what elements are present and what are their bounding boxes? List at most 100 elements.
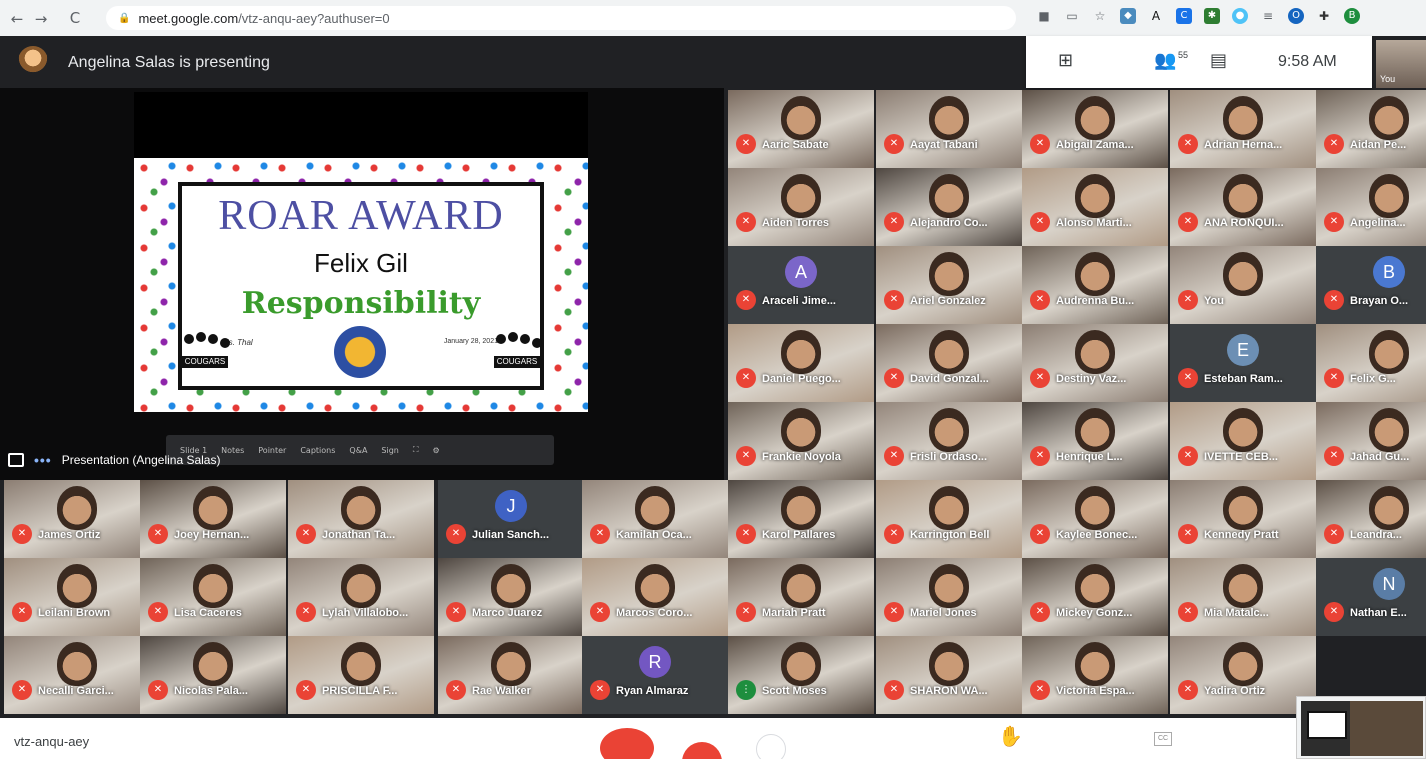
participant-tile[interactable]: ✕ Marcos Coro... (582, 558, 728, 636)
participant-tile[interactable]: ✕ Daniel Puego... (728, 324, 874, 402)
participant-tile[interactable]: ✕ Aidan Pe... (1316, 90, 1426, 168)
participant-tile[interactable]: ✕ Felix G... (1316, 324, 1426, 402)
participant-tile[interactable]: ✕ Lisa Caceres (140, 558, 286, 636)
extension-icon[interactable]: ◆ (1120, 8, 1136, 24)
toolbar-qa[interactable]: Q&A (349, 446, 367, 455)
reload-icon[interactable]: C (62, 9, 88, 27)
participant-tile[interactable]: ✕ James Ortiz (4, 480, 150, 558)
settings-icon[interactable]: ⚙ (432, 446, 439, 455)
tab-icon[interactable]: ▭ (1064, 8, 1080, 24)
toolbar-sign[interactable]: Sign (381, 446, 398, 455)
participant-name: Yadira Ortiz (1204, 685, 1266, 697)
toolbar-pointer[interactable]: Pointer (258, 446, 286, 455)
participant-tile[interactable]: ✕ SHARON WA... (876, 636, 1022, 714)
extension-o-icon[interactable]: O (1288, 8, 1304, 24)
meeting-code[interactable]: vtz-anqu-aey (14, 734, 89, 749)
participant-tile[interactable]: ✕ Rae Walker (438, 636, 584, 714)
presentation-area[interactable]: ROAR AWARD Felix Gil Responsibility Ms. … (0, 88, 724, 480)
extensions-puzzle-icon[interactable]: ✚ (1316, 8, 1332, 24)
mic-toggle-button[interactable] (600, 728, 654, 759)
participant-tile[interactable]: ✕ Audrenna Bu... (1022, 246, 1168, 324)
extension-c-icon[interactable]: C (1176, 8, 1192, 24)
participant-tile[interactable]: ✕ Mia Matalc... (1170, 558, 1316, 636)
participant-tile[interactable]: ✕ Abigail Zama... (1022, 90, 1168, 168)
raise-hand-icon[interactable]: ✋ (998, 724, 1023, 748)
star-icon[interactable]: ☆ (1092, 8, 1108, 24)
participant-tile[interactable]: ✕ PRISCILLA F... (288, 636, 434, 714)
camera-toggle-button[interactable] (682, 742, 722, 759)
participant-tile[interactable]: ✕ IVETTE CEB... (1170, 402, 1316, 480)
participant-tile[interactable]: ✕ Jahad Gu... (1316, 402, 1426, 480)
participant-tile[interactable]: ✕ Destiny Vaz... (1022, 324, 1168, 402)
slide-top-bar (134, 92, 588, 158)
participant-tile[interactable]: ✕ Joey Hernan... (140, 480, 286, 558)
toolbar-captions[interactable]: Captions (300, 446, 335, 455)
profile-avatar[interactable]: B (1344, 8, 1360, 24)
participant-tile[interactable]: ✕ Karol Pallares (728, 480, 874, 558)
participant-name: Frisli Ordaso... (910, 451, 988, 463)
participant-tile[interactable]: ✕ Karrington Bell (876, 480, 1022, 558)
participant-tile[interactable]: ✕ Ariel Gonzalez (876, 246, 1022, 324)
extension-bug-icon[interactable]: ✱ (1204, 8, 1220, 24)
more-options-icon[interactable]: ••• (34, 452, 52, 468)
forward-icon[interactable]: → (28, 10, 54, 28)
mic-off-icon: ✕ (1324, 134, 1344, 154)
participant-tile[interactable]: A ✕ Araceli Jime... (728, 246, 874, 324)
participant-tile[interactable]: ✕ Frisli Ordaso... (876, 402, 1022, 480)
participant-tile[interactable]: ✕ Nicolas Pala... (140, 636, 286, 714)
back-icon[interactable]: ← (4, 10, 30, 28)
participant-tile[interactable]: ⋮ Scott Moses (728, 636, 874, 714)
participant-tile[interactable]: ✕ Mickey Gonz... (1022, 558, 1168, 636)
participant-tile[interactable]: ✕ Victoria Espa... (1022, 636, 1168, 714)
participant-tile[interactable]: ✕ Leilani Brown (4, 558, 150, 636)
captions-button[interactable]: CC (1154, 732, 1172, 746)
font-extension-icon[interactable]: A (1148, 8, 1164, 24)
mic-off-icon: ✕ (736, 446, 756, 466)
participant-tile[interactable]: ✕ Henrique L... (1022, 402, 1168, 480)
participant-tile[interactable]: ✕ ANA RONQUI... (1170, 168, 1316, 246)
chat-icon[interactable]: ▤ (1210, 50, 1227, 71)
participant-tile[interactable]: ✕ You (1170, 246, 1316, 324)
participant-video (57, 486, 97, 530)
participant-tile[interactable]: ✕ Alonso Marti... (1022, 168, 1168, 246)
participant-tile[interactable]: ✕ Mariel Jones (876, 558, 1022, 636)
participant-tile[interactable]: ✕ Adrian Herna... (1170, 90, 1316, 168)
mic-off-icon: ✕ (1030, 290, 1050, 310)
grid-icon[interactable]: ⊞ (1058, 50, 1073, 71)
leave-call-button[interactable] (756, 734, 786, 759)
participant-tile[interactable]: ✕ Kamilah Oca... (582, 480, 728, 558)
address-bar[interactable]: 🔒 meet.google.com/vtz-anqu-aey?authuser=… (106, 6, 1016, 30)
participant-tile[interactable]: B ✕ Brayan O... (1316, 246, 1426, 324)
participant-tile[interactable]: N ✕ Nathan E... (1316, 558, 1426, 636)
participant-tile[interactable]: ✕ Angelina... (1316, 168, 1426, 246)
participant-video (1223, 408, 1263, 452)
participant-tile[interactable]: ✕ Frankie Noyola (728, 402, 874, 480)
camera-icon[interactable]: ■ (1036, 8, 1052, 24)
extension-list-icon[interactable]: ≡ (1260, 8, 1276, 24)
participant-tile[interactable]: ✕ Mariah Pratt (728, 558, 874, 636)
people-icon[interactable]: 👥 (1154, 50, 1176, 71)
participant-tile[interactable]: ✕ Marco Juarez (438, 558, 584, 636)
extension-circle-icon[interactable]: ● (1232, 8, 1248, 24)
participant-tile[interactable]: E ✕ Esteban Ram... (1170, 324, 1316, 402)
participant-tile[interactable]: ✕ Aaric Sabate (728, 90, 874, 168)
participant-tile[interactable]: J ✕ Julian Sanch... (438, 480, 584, 558)
participant-video (491, 564, 531, 608)
participant-tile[interactable]: ✕ Aayat Tabani (876, 90, 1022, 168)
participant-tile[interactable]: ✕ Necalli Garci... (4, 636, 150, 714)
participant-tile[interactable]: ✕ David Gonzal... (876, 324, 1022, 402)
participant-video (929, 408, 969, 452)
participant-tile[interactable]: ✕ Leandra... (1316, 480, 1426, 558)
participant-tile[interactable]: ✕ Kennedy Pratt (1170, 480, 1316, 558)
self-video-tile[interactable]: You (1376, 40, 1426, 88)
self-view-thumbnail[interactable] (1296, 696, 1426, 759)
participant-tile[interactable]: ✕ Kaylee Bonec... (1022, 480, 1168, 558)
participant-tile[interactable]: ✕ Alejandro Co... (876, 168, 1022, 246)
participant-tile[interactable]: ✕ Jonathan Ta... (288, 480, 434, 558)
fullscreen-icon[interactable]: ⛶ (413, 445, 419, 455)
participant-tile[interactable]: R ✕ Ryan Almaraz (582, 636, 728, 714)
participant-tile[interactable]: ✕ Lylah Villalobo... (288, 558, 434, 636)
participant-tile[interactable]: ✕ Yadira Ortiz (1170, 636, 1316, 714)
toolbar-notes[interactable]: Notes (221, 446, 244, 455)
participant-tile[interactable]: ✕ Aiden Torres (728, 168, 874, 246)
